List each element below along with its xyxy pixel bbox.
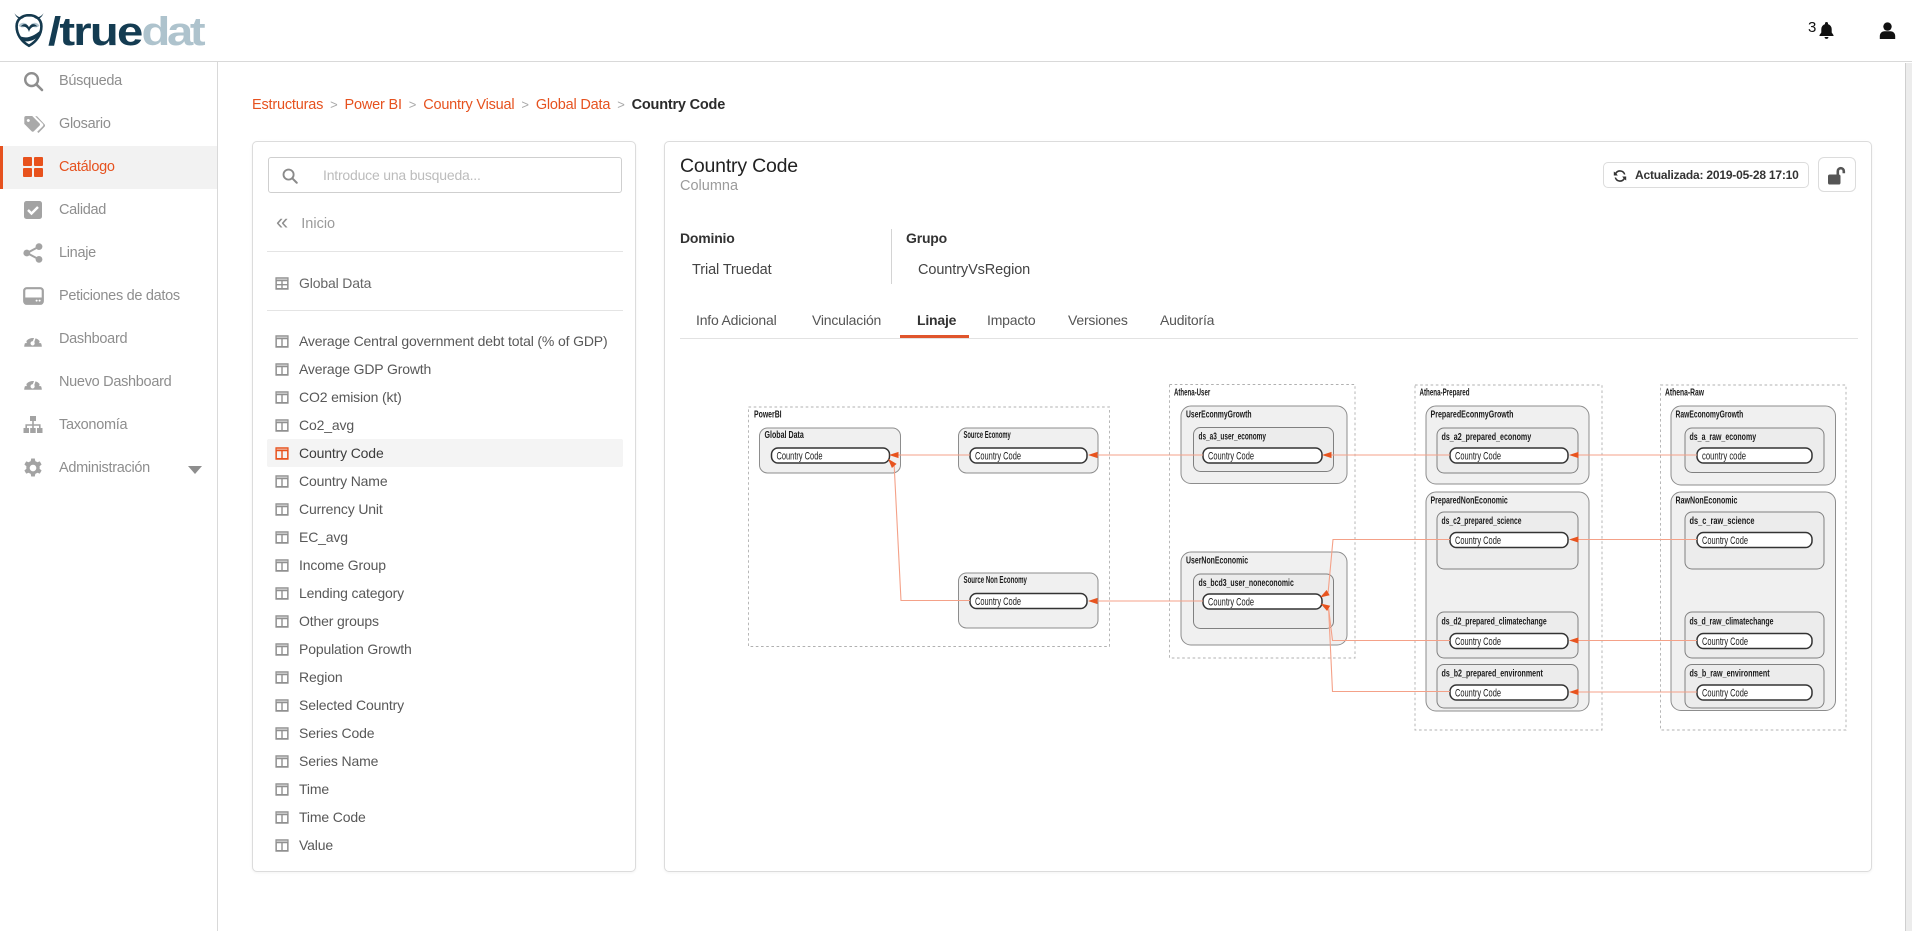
svg-text:Country Code: Country Code: [1702, 636, 1748, 648]
svg-text:RawEconomyGrowth: RawEconomyGrowth: [1676, 410, 1744, 421]
svg-text:Athena-Prepared: Athena-Prepared: [1420, 388, 1470, 399]
svg-text:Country Code: Country Code: [1455, 636, 1501, 648]
svg-text:Source Economy: Source Economy: [964, 430, 1011, 441]
svg-text:ds_c_raw_science: ds_c_raw_science: [1690, 516, 1755, 527]
svg-text:UserNonEconomic: UserNonEconomic: [1186, 556, 1248, 567]
svg-text:PreparedNonEconomic: PreparedNonEconomic: [1431, 496, 1509, 507]
svg-text:ds_d_raw_climatechange: ds_d_raw_climatechange: [1690, 617, 1774, 628]
svg-text:Country Code: Country Code: [1208, 451, 1254, 463]
svg-text:Country Code: Country Code: [777, 451, 823, 463]
svg-text:Country Code: Country Code: [1208, 597, 1254, 609]
svg-text:Global Data: Global Data: [765, 430, 805, 441]
svg-text:ds_a2_prepared_economy: ds_a2_prepared_economy: [1442, 432, 1532, 443]
svg-text:Country Code: Country Code: [1455, 535, 1501, 547]
svg-text:ds_b_raw_environment: ds_b_raw_environment: [1690, 669, 1771, 680]
svg-text:ds_b2_prepared_environment: ds_b2_prepared_environment: [1442, 669, 1544, 680]
svg-text:ds_bcd3_user_noneconomic: ds_bcd3_user_noneconomic: [1199, 578, 1295, 589]
svg-text:UserEconmyGrowth: UserEconmyGrowth: [1186, 410, 1252, 421]
svg-text:country code: country code: [1702, 451, 1746, 463]
svg-text:ds_d2_prepared_climatechange: ds_d2_prepared_climatechange: [1442, 617, 1547, 628]
svg-text:Country Code: Country Code: [1455, 451, 1501, 463]
svg-text:Country Code: Country Code: [1702, 688, 1748, 700]
svg-text:Country Code: Country Code: [975, 596, 1021, 608]
svg-text:Country Code: Country Code: [1702, 535, 1748, 547]
svg-text:ds_a_raw_economy: ds_a_raw_economy: [1690, 432, 1757, 443]
svg-text:Athena-Raw: Athena-Raw: [1665, 388, 1704, 399]
svg-text:PowerBI: PowerBI: [754, 410, 782, 421]
svg-text:Athena-User: Athena-User: [1174, 388, 1210, 399]
svg-text:Country Code: Country Code: [975, 451, 1021, 463]
svg-text:PreparedEconmyGrowth: PreparedEconmyGrowth: [1431, 410, 1514, 421]
svg-text:ds_c2_prepared_science: ds_c2_prepared_science: [1442, 516, 1522, 527]
svg-text:Source Non Economy: Source Non Economy: [964, 575, 1028, 586]
svg-text:Country Code: Country Code: [1455, 688, 1501, 700]
svg-text:ds_a3_user_economy: ds_a3_user_economy: [1199, 432, 1267, 443]
svg-text:RawNonEconomic: RawNonEconomic: [1676, 496, 1738, 507]
